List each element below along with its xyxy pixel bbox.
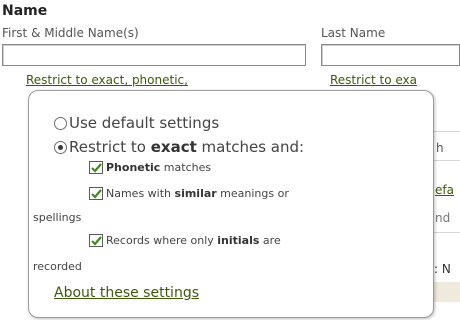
use-default-radio[interactable] <box>54 116 67 130</box>
initials-label: Records where only initials are <box>106 234 281 247</box>
similar-meanings-label-continued: spellings <box>33 211 82 224</box>
background-fragment-nd: nd <box>435 211 451 225</box>
last-name-restrict-link[interactable]: Restrict to exa <box>330 73 460 87</box>
similar-meanings-checkbox[interactable] <box>89 187 103 200</box>
last-name-input[interactable] <box>321 44 460 66</box>
last-name-label: Last Name <box>321 26 386 40</box>
background-divider <box>432 131 460 132</box>
background-fragment-h: h <box>436 141 444 155</box>
first-name-label: First & Middle Name(s) <box>2 26 139 40</box>
restrict-exact-option[interactable]: Restrict to exact matches and: <box>54 138 304 156</box>
initials-option[interactable]: Records where only initials are <box>89 234 281 247</box>
similar-meanings-label: Names with similar meanings or <box>106 187 289 200</box>
background-link-fragment[interactable]: efa <box>435 183 454 197</box>
initials-label-continued: recorded <box>33 260 82 273</box>
restrict-exact-radio[interactable] <box>54 140 67 154</box>
use-default-label: Use default settings <box>69 114 220 132</box>
background-divider <box>432 232 460 233</box>
checkmark-icon <box>90 235 102 246</box>
background-divider <box>432 160 460 161</box>
first-name-restrict-link[interactable]: Restrict to exact, phonetic, <box>26 73 286 87</box>
checkmark-icon <box>90 188 102 199</box>
phonetic-option[interactable]: Phonetic matches <box>89 161 211 174</box>
background-band <box>432 282 460 302</box>
restrict-exact-label: Restrict to exact matches and: <box>69 138 305 156</box>
use-default-option[interactable]: Use default settings <box>54 114 219 132</box>
initials-checkbox[interactable] <box>89 234 103 247</box>
phonetic-label: Phonetic matches <box>106 161 212 174</box>
name-match-settings-popup: Use default settings Restrict to exact m… <box>28 90 434 318</box>
first-name-input[interactable] <box>2 44 306 66</box>
about-settings-link[interactable]: About these settings <box>54 285 199 301</box>
background-fragment-n: : N <box>434 262 451 276</box>
similar-meanings-option[interactable]: Names with similar meanings or <box>89 187 289 200</box>
phonetic-checkbox[interactable] <box>89 161 103 174</box>
name-section-title: Name <box>2 3 48 19</box>
checkmark-icon <box>90 162 102 173</box>
